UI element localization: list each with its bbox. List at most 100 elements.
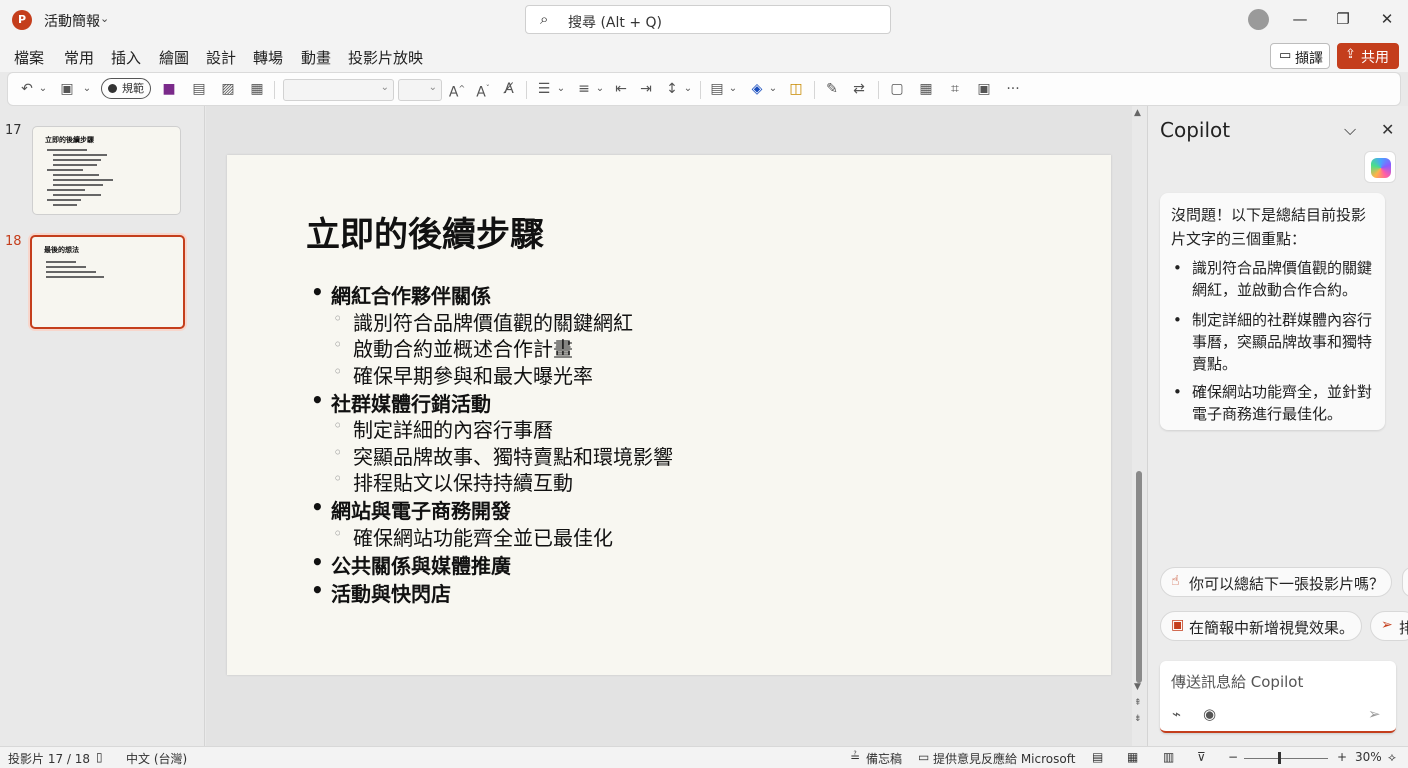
table-icon[interactable]: ▦ — [917, 79, 935, 99]
list-item: • 制定詳細的社群媒體內容行事曆，突顯品牌故事和獨特賣點。 — [1173, 311, 1373, 373]
slide-canvas[interactable]: 立即的後續步驟 • 網紅合作夥伴關係 ◦ 識別符合品牌價值觀的關鍵網紅 ◦ 啟動合約並概述… — [227, 155, 1111, 675]
bullets-icon[interactable]: ☰ — [534, 79, 554, 99]
slide-thumbnail-selected[interactable]: 最後的想法 — [30, 235, 185, 329]
arrange-icon[interactable]: ◫ — [787, 79, 805, 99]
send-icon[interactable]: ➢ — [1368, 705, 1381, 723]
vertical-scrollbar[interactable]: ▲ ▼ ⇞ ⇟ — [1132, 106, 1146, 746]
slide-sub-bullet: ◦ 確保網站功能齊全並已最佳化 — [333, 522, 933, 550]
accessibility-icon[interactable]: ▯ — [96, 750, 103, 764]
search-input[interactable]: 搜尋 (Alt + Q) — [568, 12, 662, 32]
share-button[interactable]: ⇪ 共用 — [1337, 43, 1399, 69]
notes-icon[interactable]: ≟ — [850, 750, 860, 764]
avatar[interactable] — [1248, 9, 1269, 30]
new-slide-icon[interactable]: ▤ — [190, 79, 208, 99]
suggestion-chip[interactable] — [1402, 567, 1408, 597]
scrollbar-thumb[interactable] — [1136, 471, 1142, 683]
chevron-down-icon[interactable]: ⌄ — [100, 12, 109, 25]
reuse-slides-icon[interactable]: ⇄ — [850, 79, 868, 99]
undo-icon[interactable]: ↶ — [18, 79, 36, 99]
increase-indent-icon[interactable]: ⇥ — [637, 79, 655, 99]
normal-view-icon[interactable]: ▤ — [1092, 750, 1103, 764]
more-options-icon[interactable]: ··· — [1004, 79, 1022, 99]
chevron-down-icon[interactable]: ⌄ — [556, 79, 566, 99]
layout-icon[interactable]: ▦ — [248, 79, 266, 99]
slideshow-view-icon[interactable]: ⊽ — [1197, 750, 1206, 764]
designer-icon[interactable]: ✎ — [823, 79, 841, 99]
slide-sorter-icon[interactable]: ▦ — [1127, 750, 1138, 764]
align-icon[interactable]: ▤ — [708, 79, 726, 99]
thumbnail-text-line — [53, 159, 101, 161]
suggestion-chip[interactable]: ▣ 在簡報中新增視覺效果。 — [1160, 611, 1362, 641]
tab-draw[interactable]: 繪圖 — [159, 47, 189, 68]
document-title[interactable]: 活動簡報 — [44, 11, 100, 31]
thumbnail-text-line — [46, 271, 96, 273]
close-window-button[interactable]: ✕ — [1374, 8, 1400, 30]
decrease-indent-icon[interactable]: ⇤ — [612, 79, 630, 99]
notes-button[interactable]: 備忘稿 — [866, 750, 902, 767]
picture-icon[interactable]: ▨ — [219, 79, 237, 99]
minimize-button[interactable]: — — [1287, 8, 1313, 30]
chevron-down-icon[interactable]: ⌄ — [683, 79, 693, 99]
tab-insert[interactable]: 插入 — [111, 47, 141, 68]
scroll-up-icon[interactable]: ▲ — [1134, 108, 1141, 118]
slide-thumbnail[interactable]: 立即的後續步驟 — [32, 126, 181, 215]
sensitivity-button[interactable]: 規範 — [101, 78, 151, 99]
slide-counter: 投影片 17 / 18 — [8, 752, 91, 766]
zoom-slider-knob[interactable] — [1278, 752, 1281, 764]
chevron-down-icon[interactable]: ⌄ — [595, 79, 605, 99]
chevron-down-icon[interactable]: ⌵ — [1344, 120, 1356, 140]
chevron-down-icon[interactable]: ⌄ — [728, 79, 738, 99]
message-input[interactable]: 傳送訊息給 Copilot — [1171, 671, 1303, 692]
search-box[interactable]: ⌕ 搜尋 (Alt + Q) — [525, 5, 891, 34]
increase-font-icon[interactable]: A^ — [448, 79, 466, 101]
restore-button[interactable]: ❐ — [1330, 8, 1356, 30]
previous-slide-icon[interactable]: ⇞ — [1134, 698, 1142, 708]
zoom-level[interactable]: 30% — [1355, 750, 1382, 764]
zoom-out-button[interactable]: − — [1228, 750, 1238, 764]
reading-view-icon[interactable]: ▥ — [1163, 750, 1174, 764]
fit-to-window-icon[interactable]: ⟡ — [1388, 750, 1396, 765]
clipboard-icon[interactable]: ▣ — [58, 79, 76, 99]
copilot-composer[interactable]: 傳送訊息給 Copilot ⌁ ◉ ➢ — [1160, 661, 1396, 733]
chevron-down-icon[interactable]: ⌄ — [82, 79, 92, 99]
zoom-slider[interactable] — [1244, 758, 1328, 759]
list-item: • 識別符合品牌價值觀的關鍵網紅，並啟動合作合約。 — [1173, 259, 1373, 299]
save-icon[interactable]: ■ — [160, 79, 178, 99]
tab-slideshow[interactable]: 投影片放映 — [348, 47, 423, 68]
line-spacing-icon[interactable]: ↕ — [663, 79, 681, 99]
sensitivity-label: 規範 — [122, 82, 144, 95]
chevron-down-icon[interactable]: ⌄ — [38, 79, 48, 99]
tab-file[interactable]: 檔案 — [14, 47, 44, 68]
feedback-button[interactable]: 提供意見反應給 Microsoft — [933, 750, 1075, 767]
send-icon: ➢ — [1381, 617, 1393, 633]
decrease-font-icon[interactable]: Aˇ — [474, 79, 492, 101]
suggestion-chip[interactable]: ☝ 你可以總結下一張投影片嗎？ — [1160, 567, 1392, 597]
scroll-down-icon[interactable]: ▼ — [1134, 682, 1141, 692]
font-family-select[interactable]: ⌄ — [283, 79, 394, 101]
shapes-icon[interactable]: ⌗ — [946, 79, 964, 99]
slide-number: 17 — [5, 123, 22, 138]
tab-animations[interactable]: 動畫 — [301, 47, 331, 68]
tab-design[interactable]: 設計 — [206, 47, 236, 68]
zoom-in-button[interactable]: + — [1337, 750, 1347, 764]
chevron-down-icon[interactable]: ⌄ — [768, 79, 778, 99]
font-size-select[interactable]: ⌄ — [398, 79, 442, 101]
video-icon[interactable]: ▣ — [975, 79, 993, 99]
tab-transitions[interactable]: 轉場 — [253, 47, 283, 68]
add-comment-icon[interactable]: ▢ — [888, 79, 906, 99]
list-item: • 確保網站功能齊全，並針對電子商務進行最佳化。 — [1173, 383, 1373, 423]
slide-title[interactable]: 立即的後續步驟 — [306, 207, 544, 256]
close-icon[interactable]: ✕ — [1381, 120, 1394, 139]
next-slide-icon[interactable]: ⇟ — [1134, 714, 1142, 724]
tab-home[interactable]: 常用 — [64, 47, 94, 68]
numbering-icon[interactable]: ≡ — [574, 79, 594, 99]
attach-icon[interactable]: ⌁ — [1172, 705, 1181, 723]
suggestion-chip[interactable]: ➢ 排 — [1370, 611, 1408, 641]
comments-button[interactable]: ▭ 擷譯 — [1270, 43, 1330, 69]
fill-color-icon[interactable]: ◈ — [748, 79, 766, 99]
language-indicator[interactable]: 中文 (台灣) — [126, 750, 187, 767]
chevron-down-icon: ⌄ — [428, 82, 437, 93]
clear-format-icon[interactable]: A̸ — [500, 79, 518, 99]
camera-icon[interactable]: ◉ — [1203, 705, 1216, 723]
feedback-icon[interactable]: ▭ — [918, 750, 929, 764]
